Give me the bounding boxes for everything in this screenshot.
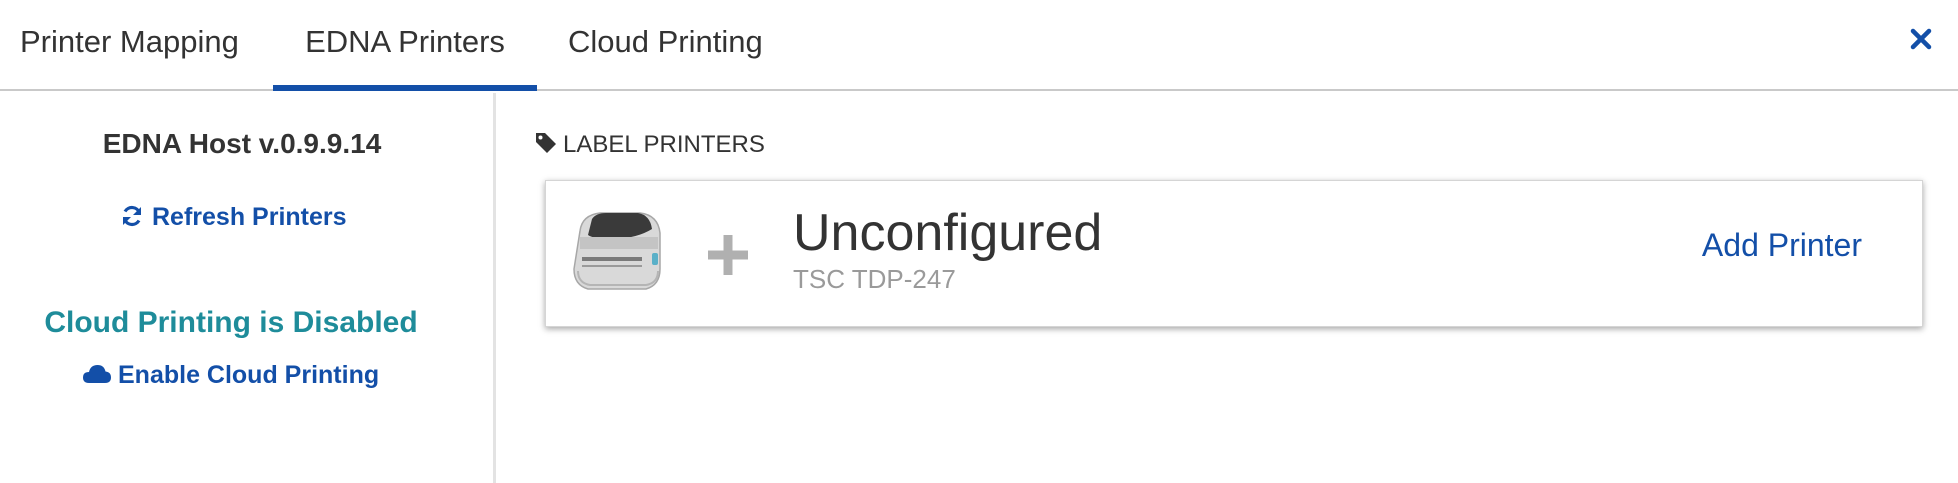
refresh-printers-button[interactable]: Refresh Printers <box>120 203 347 232</box>
sidebar: EDNA Host v.0.9.9.14 Refresh Printers Cl… <box>0 93 496 483</box>
printer-card: Unconfigured TSC TDP-247 Add Printer <box>545 180 1923 327</box>
cloud-printing-status: Cloud Printing is Disabled <box>44 306 418 339</box>
printer-name: Unconfigured <box>793 204 1103 262</box>
tab-edna-printers[interactable]: EDNA Printers <box>273 0 537 91</box>
close-button[interactable] <box>1910 28 1932 50</box>
cloud-icon <box>83 365 111 383</box>
label-printers-title: LABEL PRINTERS <box>563 131 765 158</box>
tab-printer-mapping[interactable]: Printer Mapping <box>20 0 239 91</box>
plus-icon <box>708 235 748 275</box>
label-printers-heading: LABEL PRINTERS <box>535 131 765 159</box>
printer-icon <box>573 212 661 290</box>
enable-cloud-printing-button[interactable]: Enable Cloud Printing <box>82 361 379 390</box>
refresh-printers-label: Refresh Printers <box>152 203 347 231</box>
add-printer-link[interactable]: Add Printer <box>1702 227 1862 264</box>
tab-bar: Printer Mapping EDNA Printers Cloud Prin… <box>0 0 1958 91</box>
close-icon <box>1910 28 1932 50</box>
tag-icon <box>536 133 556 153</box>
refresh-icon <box>122 205 142 227</box>
host-version-title: EDNA Host v.0.9.9.14 <box>102 128 382 159</box>
tab-cloud-printing[interactable]: Cloud Printing <box>568 0 763 91</box>
enable-cloud-printing-label: Enable Cloud Printing <box>118 361 380 389</box>
printer-model: TSC TDP-247 <box>793 264 956 294</box>
